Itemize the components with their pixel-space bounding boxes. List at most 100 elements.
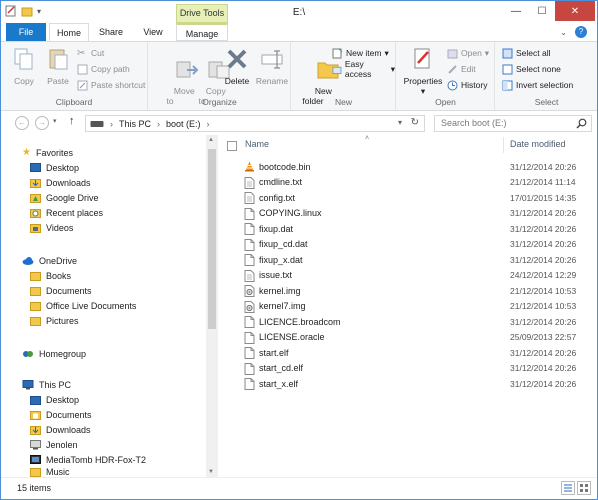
search-input[interactable]: Search boot (E:) (434, 115, 592, 132)
copy-path-button[interactable]: Copy path (77, 62, 130, 76)
nav-item-music[interactable]: Music (30, 467, 70, 477)
new-item-button[interactable]: New item ▾ (332, 46, 389, 60)
scroll-down-arrow-icon[interactable]: ▼ (208, 469, 214, 475)
column-header-name[interactable]: Name (245, 139, 269, 149)
file-row[interactable]: fixup_cd.dat 31/12/2014 20:26 (219, 237, 597, 253)
desktop-icon (30, 162, 41, 172)
file-name: fixup.dat (259, 223, 294, 234)
column-header-date-modified[interactable]: Date modified (510, 139, 566, 149)
file-name: cmdline.txt (259, 177, 303, 188)
file-row[interactable]: cmdline.txt 21/12/2014 11:14 (219, 175, 597, 191)
back-button[interactable]: ← (15, 116, 29, 130)
tab-home[interactable]: Home (49, 23, 89, 42)
large-icons-view-icon[interactable] (577, 481, 591, 495)
file-row[interactable]: COPYING.linux 31/12/2014 20:26 (219, 206, 597, 222)
properties-button[interactable]: Properties ▾ (401, 46, 445, 96)
file-date-modified: 21/12/2014 10:53 (510, 285, 577, 296)
file-row[interactable]: start.elf 31/12/2014 20:26 (219, 345, 597, 361)
nav-item-google-drive[interactable]: Google Drive (30, 190, 99, 205)
address-dropdown-icon[interactable]: ▾ (398, 118, 402, 127)
close-button[interactable]: ✕ (555, 1, 595, 21)
paste-shortcut-button[interactable]: Paste shortcut (77, 78, 145, 92)
nav-homegroup[interactable]: Homegroup (22, 346, 86, 361)
delete-button[interactable]: Delete (221, 46, 253, 86)
up-button[interactable]: ↑ (69, 115, 75, 127)
rename-icon (261, 50, 283, 69)
nav-item-downloads[interactable]: Downloads (30, 175, 91, 190)
select-all-label: Select all (516, 48, 551, 58)
navigation-pane-scrollbar[interactable]: ▲ ▼ (206, 135, 218, 477)
nav-item-mediatomb[interactable]: MediaTomb HDR-Fox-T2 (30, 452, 146, 467)
file-row[interactable]: issue.txt 24/12/2014 12:29 (219, 268, 597, 284)
nav-item-pc-desktop[interactable]: Desktop (30, 392, 79, 407)
nav-item-jenolen[interactable]: Jenolen (30, 437, 78, 452)
open-button[interactable]: Open ▾ (447, 46, 489, 60)
nav-item-documents[interactable]: Documents (30, 283, 92, 298)
nav-item-label: Office Live Documents (46, 300, 137, 311)
select-none-button[interactable]: Select none (502, 62, 561, 76)
nav-this-pc[interactable]: This PC (22, 377, 71, 392)
nav-item-pictures[interactable]: Pictures (30, 313, 79, 328)
file-row[interactable]: LICENSE.oracle 25/09/2013 22:57 (219, 330, 597, 346)
computer-icon (22, 379, 34, 389)
clipboard-group: Copy Paste ✂ Cut Copy path Paste shortcut… (1, 42, 148, 110)
file-name: start_x.elf (259, 378, 299, 389)
navigation-pane-scroll-thumb[interactable] (208, 149, 216, 329)
nav-item-office-live-documents[interactable]: Office Live Documents (30, 298, 136, 313)
scroll-up-arrow-icon[interactable]: ▲ (208, 137, 214, 143)
videos-folder-icon (30, 223, 41, 233)
ribbon-expand-icon[interactable]: ⌄ (560, 28, 567, 37)
nav-favorites[interactable]: ★ Favorites (22, 145, 73, 160)
breadcrumb-drive[interactable]: boot (E:) (166, 119, 201, 129)
file-row[interactable]: fixup_x.dat 31/12/2014 20:26 (219, 252, 597, 268)
forward-button[interactable]: → (35, 116, 49, 130)
paste-button[interactable]: Paste (41, 46, 75, 86)
maximize-button[interactable]: ☐ (529, 1, 555, 21)
media-server-icon (30, 454, 41, 464)
file-row[interactable]: kernel7.img 21/12/2014 10:53 (219, 299, 597, 315)
details-view-icon[interactable] (561, 481, 575, 495)
cut-button[interactable]: ✂ Cut (77, 46, 104, 60)
minimize-button[interactable]: — (503, 1, 529, 21)
nav-item-books[interactable]: Books (30, 268, 71, 283)
select-all-button[interactable]: Select all (502, 46, 551, 60)
history-button[interactable]: History (447, 78, 487, 92)
easy-access-button[interactable]: Easy access ▾ (332, 59, 395, 79)
nav-item-desktop[interactable]: Desktop (30, 160, 79, 175)
nav-item-pc-downloads[interactable]: Downloads (30, 422, 91, 437)
copy-button[interactable]: Copy (9, 46, 39, 86)
organize-group-label: Organize (202, 97, 237, 107)
tab-manage[interactable]: Manage (176, 23, 228, 41)
recent-locations-icon[interactable]: ▾ (53, 117, 57, 125)
tab-view[interactable]: View (135, 23, 171, 41)
tab-file[interactable]: File (6, 23, 46, 41)
select-all-checkbox[interactable] (227, 141, 237, 151)
select-all-icon (502, 48, 513, 58)
file-row[interactable]: start_x.elf 31/12/2014 20:26 (219, 376, 597, 392)
column-divider[interactable] (503, 137, 504, 153)
tab-share[interactable]: Share (93, 23, 129, 41)
nav-onedrive[interactable]: OneDrive (22, 253, 77, 268)
file-row[interactable]: config.txt 17/01/2015 14:35 (219, 190, 597, 206)
file-row[interactable]: bootcode.bin 31/12/2014 20:26 (219, 159, 597, 175)
folder-icon (30, 286, 41, 296)
file-row[interactable]: fixup.dat 31/12/2014 20:26 (219, 221, 597, 237)
breadcrumb-this-pc[interactable]: This PC (119, 119, 151, 129)
file-date-modified: 21/12/2014 11:14 (510, 177, 576, 188)
nav-homegroup-label: Homegroup (39, 348, 87, 359)
file-row[interactable]: LICENCE.broadcom 31/12/2014 20:26 (219, 314, 597, 330)
edit-button[interactable]: Edit (447, 62, 476, 76)
breadcrumb-separator-icon: › (206, 118, 210, 129)
invert-selection-button[interactable]: Invert selection (502, 78, 573, 92)
downloads-folder-icon (30, 425, 41, 435)
file-date-modified: 31/12/2014 20:26 (510, 254, 577, 265)
refresh-icon[interactable]: ↻ (411, 117, 419, 128)
file-row[interactable]: start_cd.elf 31/12/2014 20:26 (219, 361, 597, 377)
nav-item-pc-documents[interactable]: Documents (30, 407, 92, 422)
help-icon[interactable]: ? (575, 26, 587, 38)
nav-item-recent-places[interactable]: Recent places (30, 205, 103, 220)
file-row[interactable]: kernel.img 21/12/2014 10:53 (219, 283, 597, 299)
rename-button[interactable]: Rename (255, 46, 289, 86)
address-bar[interactable]: › This PC › boot (E:) › ▾ ↻ (85, 115, 425, 132)
nav-item-videos[interactable]: Videos (30, 220, 73, 235)
